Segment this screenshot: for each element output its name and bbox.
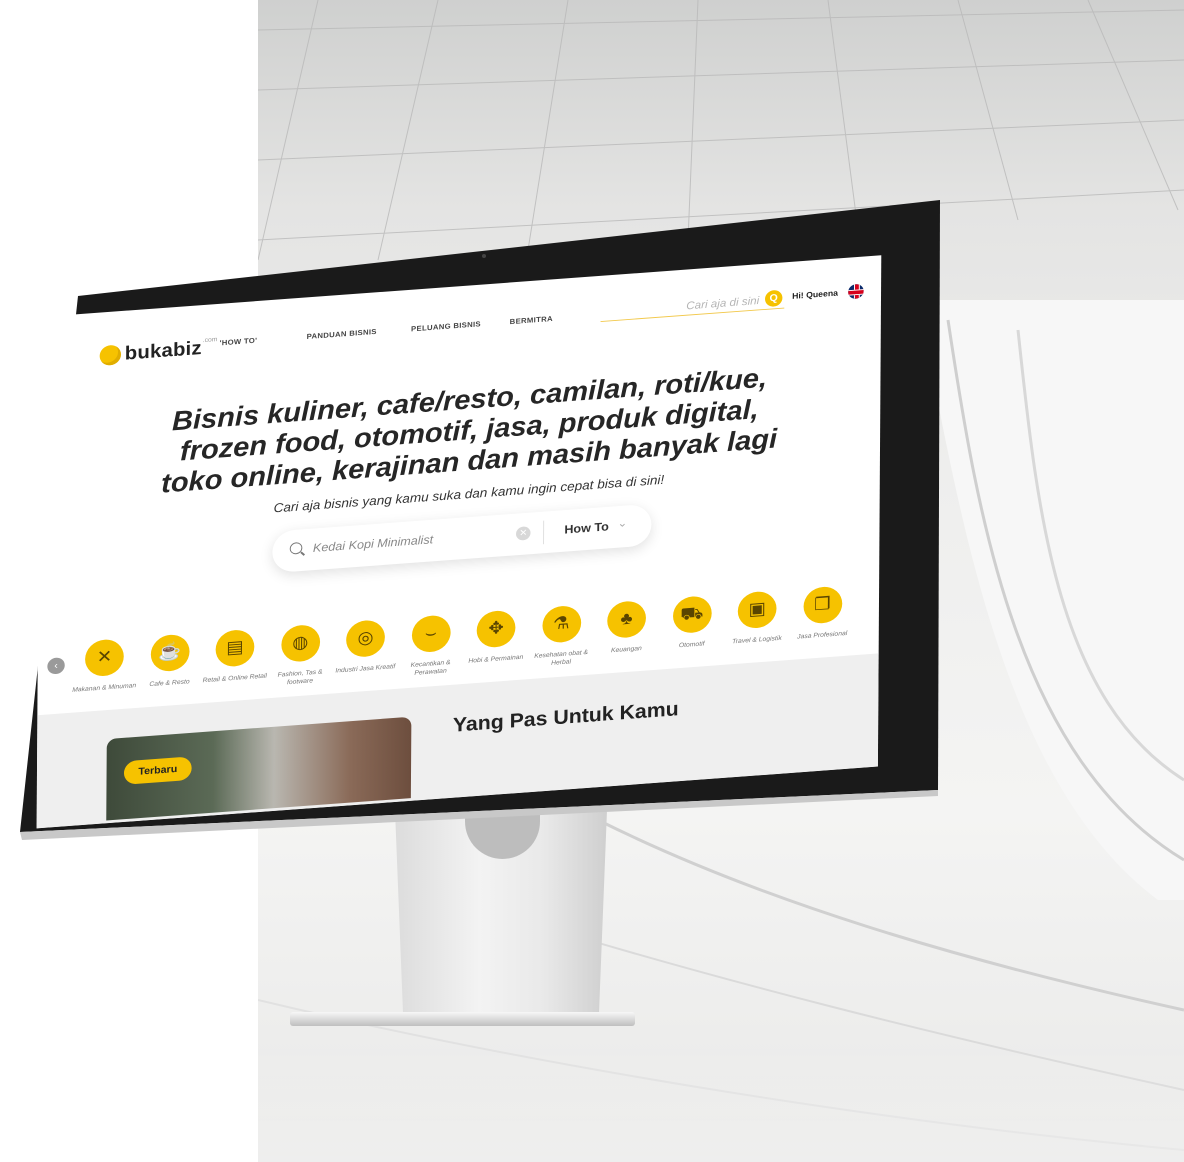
category-item[interactable]: ☕ Cafe & Resto xyxy=(136,632,204,689)
plant-growth-icon[interactable]: ♣ xyxy=(607,599,647,639)
car-icon[interactable]: ⛟ xyxy=(672,595,712,635)
logo-suffix: .com xyxy=(202,336,218,344)
nav-peluang-bisnis[interactable]: PELUANG BISNIS xyxy=(411,320,481,333)
search-icon[interactable]: Q xyxy=(764,289,783,308)
nav-bermitra[interactable]: BERMITRA xyxy=(510,315,553,326)
monitor-screen: bukabiz .com 'HOW TO' PANDUAN BISNIS PEL… xyxy=(36,255,882,829)
category-item[interactable]: ❐ Jasa Profesional xyxy=(788,585,856,642)
category-item[interactable]: ♣ Keuangan xyxy=(593,599,661,656)
category-label: Fashion, Tas & footware xyxy=(277,668,323,687)
category-label: Kecantikan & Perawatan xyxy=(410,659,451,677)
search-type-dropdown[interactable]: How To xyxy=(564,519,609,536)
category-item[interactable]: ◍ Fashion, Tas & footware xyxy=(266,623,334,689)
category-item[interactable]: ✥ Hobi & Permainan xyxy=(462,608,530,665)
category-item[interactable]: ✕ Makanan & Minuman xyxy=(70,637,138,694)
camera-icon[interactable]: ◎ xyxy=(346,619,385,659)
user-greeting[interactable]: Hi! Queena xyxy=(792,288,838,300)
category-item[interactable]: ▤ Retail & Online Retail xyxy=(201,628,269,685)
document-icon[interactable]: ❐ xyxy=(802,585,842,625)
hero-search-input[interactable]: Kedai Kopi Minimalist xyxy=(313,532,433,554)
header-search[interactable]: Cari aja di sini Q xyxy=(600,289,785,322)
search-divider xyxy=(543,520,545,545)
uk-flag-icon[interactable] xyxy=(848,283,864,300)
category-label: Hobi & Permainan xyxy=(468,654,524,665)
logo-text: bukabiz xyxy=(124,337,202,365)
category-label: Kesehatan obat & Herbal xyxy=(534,649,589,667)
category-label: Keuangan xyxy=(610,645,642,655)
coffee-cup-icon[interactable]: ☕ xyxy=(150,633,190,673)
category-label: Cafe & Resto xyxy=(149,678,190,688)
category-label: Otomotif xyxy=(678,640,705,650)
category-item[interactable]: ⛟ Otomotif xyxy=(658,594,726,651)
chevron-left-icon[interactable]: ‹ xyxy=(47,657,65,675)
clear-icon[interactable]: ✕ xyxy=(515,526,531,541)
webcam-dot xyxy=(482,254,486,258)
eyelash-icon[interactable]: ⌣ xyxy=(411,614,451,654)
category-item[interactable]: ⌣ Kecantikan & Perawatan xyxy=(397,613,465,679)
lightbulb-icon xyxy=(99,344,122,366)
chevron-down-icon[interactable]: ⌄ xyxy=(618,516,628,529)
category-label: Jasa Profesional xyxy=(797,630,848,641)
store-icon[interactable]: ▤ xyxy=(215,628,255,668)
category-label: Travel & Logistik xyxy=(732,635,782,646)
category-item[interactable]: ⚗ Kesehatan obat & Herbal xyxy=(527,604,595,670)
fork-knife-icon[interactable]: ✕ xyxy=(84,638,124,678)
nav-panduan-bisnis[interactable]: PANDUAN BISNIS xyxy=(307,328,377,341)
search-icon xyxy=(289,541,303,555)
category-item[interactable]: ▣ Travel & Logistik xyxy=(723,589,791,646)
category-item[interactable]: ◎ Industri Jasa Kreatif xyxy=(331,618,399,675)
category-label: Retail & Online Retail xyxy=(202,673,267,685)
bus-icon[interactable]: ▣ xyxy=(737,590,777,630)
gamepad-icon[interactable]: ✥ xyxy=(476,609,516,649)
nav-how-to[interactable]: 'HOW TO' xyxy=(220,336,258,347)
category-label: Industri Jasa Kreatif xyxy=(335,663,396,675)
mortar-icon[interactable]: ⚗ xyxy=(541,604,581,644)
hero-search-bar: Kedai Kopi Minimalist ✕ How To ⌄ xyxy=(272,503,652,574)
site-logo[interactable]: bukabiz .com xyxy=(99,336,218,367)
header-search-input[interactable]: Cari aja di sini xyxy=(686,294,759,312)
shirt-icon[interactable]: ◍ xyxy=(280,623,320,663)
category-label: Makanan & Minuman xyxy=(72,682,137,694)
